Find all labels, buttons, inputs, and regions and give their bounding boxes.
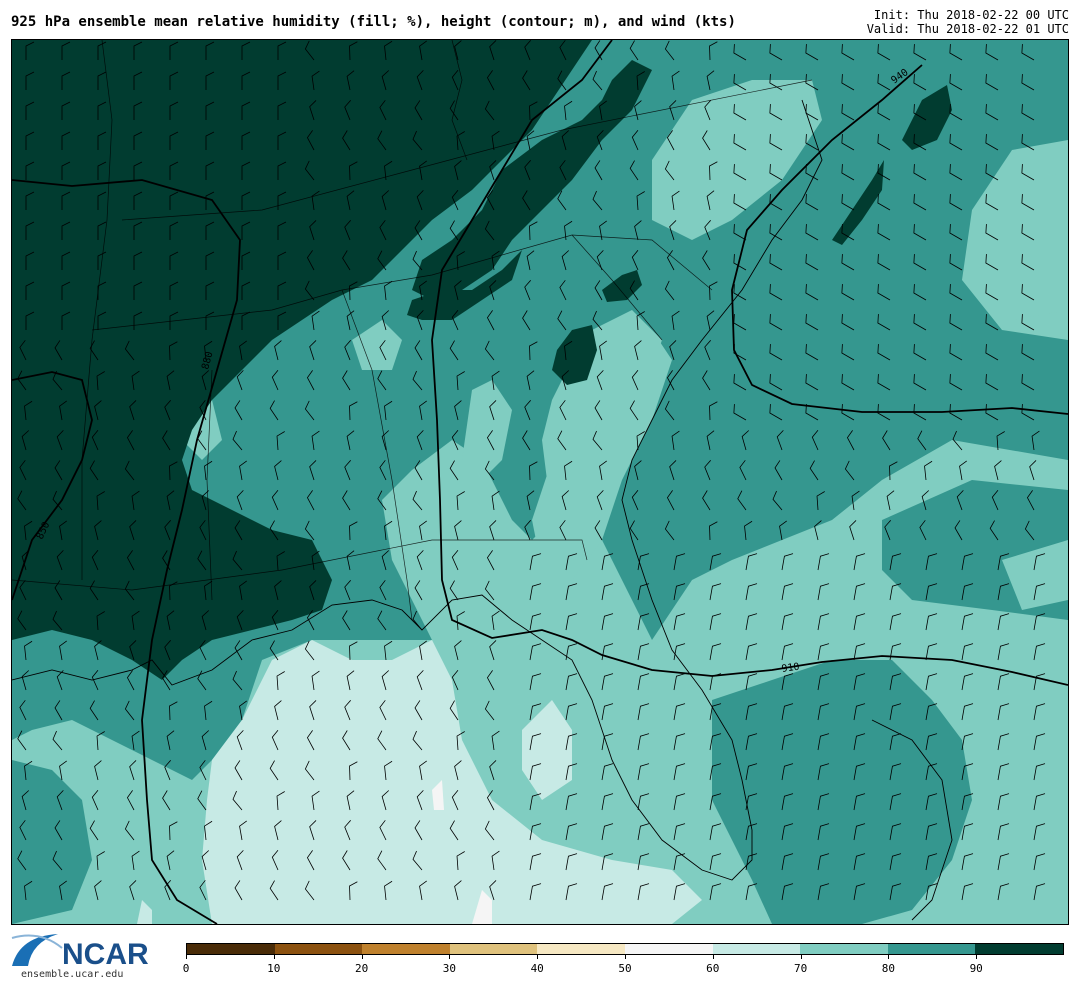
colorbar-tick-label: 70 bbox=[793, 962, 808, 975]
ncar-swoosh-icon: NCAR bbox=[11, 934, 149, 971]
colorbar-segment bbox=[975, 944, 1063, 954]
rh-colorbar bbox=[186, 943, 1064, 955]
colorbar-tick bbox=[712, 955, 714, 959]
colorbar-tick-label: 10 bbox=[267, 962, 281, 975]
colorbar-segment bbox=[362, 944, 450, 954]
colorbar-tick bbox=[625, 955, 626, 959]
colorbar-tick bbox=[888, 955, 890, 959]
forecast-times: Init: Thu 2018-02-22 00 UTC Valid: Thu 2… bbox=[867, 8, 1069, 36]
colorbar-tick-label: 50 bbox=[618, 962, 632, 975]
init-time: Init: Thu 2018-02-22 00 UTC bbox=[873, 8, 1069, 22]
ensemble-url: ensemble.ucar.edu bbox=[21, 969, 124, 980]
colorbar-tick-label: 60 bbox=[706, 962, 720, 975]
colorbar-tick-label: 40 bbox=[530, 962, 544, 975]
colorbar-tick-label: 80 bbox=[881, 962, 896, 975]
colorbar-segment bbox=[800, 944, 888, 954]
colorbar-segment bbox=[887, 944, 976, 954]
colorbar-tick bbox=[537, 955, 539, 959]
colorbar-tick-label: 30 bbox=[442, 962, 457, 975]
colorbar-segment bbox=[187, 944, 275, 954]
colorbar-segment bbox=[449, 944, 538, 954]
map-title: 925 hPa ensemble mean relative humidity … bbox=[11, 14, 736, 30]
colorbar-segment bbox=[712, 944, 801, 954]
colorbar-tick bbox=[186, 955, 187, 959]
colorbar-tick-label: 90 bbox=[969, 962, 983, 975]
colorbar-tick-label: 20 bbox=[354, 962, 369, 975]
colorbar-segment bbox=[624, 944, 713, 954]
colorbar-tick bbox=[361, 955, 363, 959]
ncar-logo-text: NCAR bbox=[62, 938, 149, 968]
colorbar-tick-label: 0 bbox=[182, 962, 190, 975]
colorbar-segment bbox=[274, 944, 363, 954]
weather-map[interactable]: 850 880 910 940 bbox=[11, 39, 1069, 925]
colorbar-tick bbox=[273, 955, 275, 959]
map-canvas: 850 880 910 940 bbox=[12, 40, 1068, 924]
colorbar-segment bbox=[537, 944, 625, 954]
colorbar-tick bbox=[976, 955, 978, 959]
colorbar-tick bbox=[800, 955, 802, 959]
valid-time: Valid: Thu 2018-02-22 01 UTC bbox=[866, 22, 1069, 36]
colorbar-tick bbox=[449, 955, 451, 959]
